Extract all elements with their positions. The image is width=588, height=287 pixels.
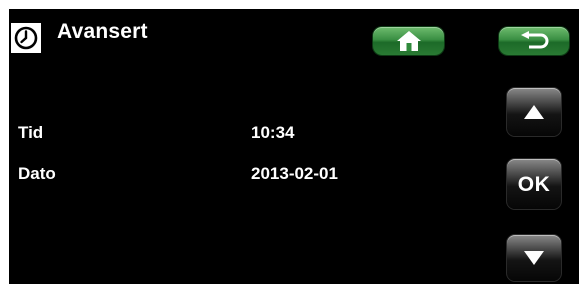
up-button[interactable]: [507, 88, 561, 136]
setting-label-time: Tid: [18, 123, 44, 142]
back-button[interactable]: [499, 27, 569, 55]
down-button[interactable]: [507, 235, 561, 281]
ok-label: OK: [517, 173, 551, 196]
page-title: Avansert: [57, 20, 148, 43]
ok-button[interactable]: OK: [507, 159, 561, 209]
home-button[interactable]: [373, 27, 444, 55]
display-screen: Avansert Tid 10:34 Dato 2013-02-01 OK: [9, 9, 579, 284]
setting-value-time[interactable]: 10:34: [251, 123, 294, 143]
setting-value-date[interactable]: 2013-02-01: [251, 164, 338, 184]
triangle-down-icon: [524, 251, 544, 265]
home-icon: [396, 31, 421, 51]
clock-badge: [11, 23, 41, 53]
triangle-up-icon: [524, 105, 544, 119]
setting-label-date: Dato: [18, 164, 56, 183]
return-arrow-icon: [521, 31, 549, 49]
clock-icon: [14, 26, 38, 50]
